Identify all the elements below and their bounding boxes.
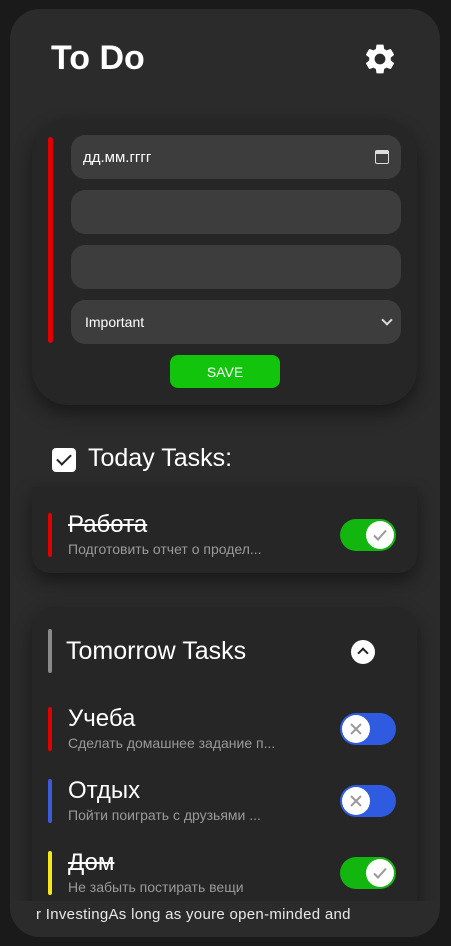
toggle-knob — [366, 859, 394, 887]
gear-icon[interactable] — [362, 41, 398, 77]
task-description: Сделать домашнее задание п... — [68, 735, 276, 751]
check-icon — [373, 529, 387, 541]
today-tasks-checkbox[interactable] — [52, 448, 76, 472]
form-accent-bar — [48, 137, 53, 343]
new-task-form: дд.мм.гггг Important SAVE — [32, 119, 417, 405]
task-description: Подготовить отчет о продел... — [68, 541, 262, 557]
collapse-chevron-up-icon[interactable] — [351, 640, 375, 664]
task-done-toggle[interactable] — [340, 857, 396, 889]
today-tasks-title: Today Tasks: — [88, 444, 233, 472]
app-window: To Do дд.мм.гггг Important SAVE Today Ta… — [10, 9, 440, 937]
tomorrow-accent-bar — [48, 629, 52, 673]
calendar-icon[interactable] — [375, 150, 389, 164]
priority-select[interactable]: Important — [71, 300, 401, 344]
toggle-knob — [342, 787, 370, 815]
tomorrow-tasks-title: Tomorrow Tasks — [66, 637, 247, 665]
task-done-toggle[interactable] — [340, 519, 396, 551]
task-description-input[interactable] — [71, 245, 401, 289]
task-done-toggle[interactable] — [340, 785, 396, 817]
save-button[interactable]: SAVE — [170, 355, 280, 388]
toggle-knob — [342, 715, 370, 743]
task-name: Работа — [68, 511, 148, 538]
task-color-bar — [48, 513, 52, 557]
task-item: Отдых Пойти поиграть с друзьями ... — [32, 777, 417, 827]
date-input[interactable]: дд.мм.гггг — [71, 135, 401, 179]
task-color-bar — [48, 851, 52, 895]
task-item: Работа Подготовить отчет о продел... — [32, 511, 417, 561]
date-input-value: дд.мм.гггг — [83, 148, 152, 166]
close-icon — [350, 723, 362, 735]
close-icon — [350, 795, 362, 807]
task-title-input[interactable] — [71, 190, 401, 234]
task-item: Учеба Сделать домашнее задание п... — [32, 705, 417, 755]
check-icon — [373, 867, 387, 879]
task-done-toggle[interactable] — [340, 713, 396, 745]
toggle-knob — [366, 521, 394, 549]
task-name: Дом — [68, 849, 115, 876]
task-name: Отдых — [68, 777, 141, 804]
today-tasks-card: Работа Подготовить отчет о продел... — [32, 487, 417, 573]
task-name: Учеба — [68, 705, 136, 732]
chevron-down-icon — [381, 314, 393, 326]
task-color-bar — [48, 707, 52, 751]
task-item: Дом Не забыть постирать вещи — [32, 849, 417, 899]
ticker-text: r InvestingAs long as youre open-minded … — [36, 906, 351, 923]
tomorrow-tasks-card: Tomorrow Tasks Учеба Сделать домашнее за… — [32, 607, 417, 937]
news-ticker: r InvestingAs long as youre open-minded … — [10, 901, 440, 937]
priority-select-value: Important — [85, 314, 145, 330]
task-color-bar — [48, 779, 52, 823]
page-title: To Do — [51, 39, 145, 77]
task-description: Пойти поиграть с друзьями ... — [68, 807, 261, 823]
task-description: Не забыть постирать вещи — [68, 879, 244, 895]
